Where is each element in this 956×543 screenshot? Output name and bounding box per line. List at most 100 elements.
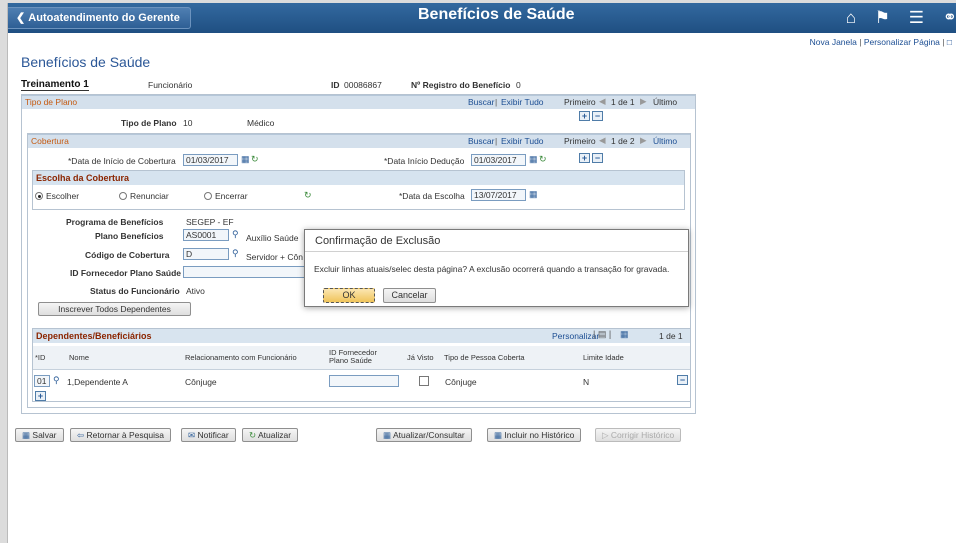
row-provider-input[interactable] (329, 375, 399, 387)
benefit-record-value: 0 (516, 80, 521, 90)
refresh-button[interactable]: ↻ Atualizar (242, 428, 299, 442)
radio-terminate[interactable]: Encerrar (204, 191, 248, 201)
personalize-page-link[interactable]: Personalizar Página (864, 37, 940, 47)
return-to-search-button[interactable]: ⇦ Retornar à Pesquisa (70, 428, 171, 442)
page-title: Benefícios de Saúde (21, 54, 151, 70)
coverage-code-input[interactable]: D (183, 248, 229, 260)
plan-delete-row-icon[interactable]: − (592, 111, 603, 121)
plan-type-desc: Médico (247, 118, 275, 128)
page-header-title: Benefícios de Saúde (418, 6, 575, 23)
save-icon: ▦ (22, 430, 33, 440)
coverage-start-input[interactable]: 01/03/2017 (183, 154, 238, 166)
grid-add-row-icon[interactable]: + (35, 391, 46, 401)
grid-count: 1 de 1 (659, 331, 683, 341)
coverage-prev-icon[interactable]: ◀ (599, 135, 606, 146)
coverage-add-row-icon[interactable]: + (579, 153, 590, 163)
row-age-limit: N (583, 377, 590, 387)
coverage-count: 1 de 2 (611, 136, 635, 146)
plan-add-row-icon[interactable]: + (579, 111, 590, 121)
radio-terminate-dot[interactable] (204, 192, 212, 200)
flag-icon[interactable]: ⚑ (875, 8, 890, 27)
radio-elect-dot[interactable] (35, 192, 43, 200)
ok-button[interactable]: OK (323, 288, 375, 303)
calendar-icon[interactable]: ▦ (241, 154, 250, 165)
col-age-limit: Limite Idade (583, 353, 624, 362)
radio-waive[interactable]: Renunciar (119, 191, 169, 201)
plan-first-label: Primeiro (564, 97, 596, 107)
program-value: SEGEP - EF (186, 217, 234, 227)
election-header: Escolha da Cobertura (33, 171, 684, 185)
include-history-button[interactable]: ▦ Incluir no Histórico (487, 428, 582, 442)
plan-next-icon[interactable]: ▶ (640, 96, 647, 107)
employee-role: Funcionário (148, 80, 193, 90)
header-bar: ❮ Autoatendimento do Gerente Benefícios … (8, 3, 956, 33)
col-provider: ID Fornecedor Plano Saúde (329, 348, 377, 365)
coverage-code-desc: Servidor + Côn (246, 252, 303, 262)
provider-input[interactable] (183, 266, 306, 278)
row-person-type: Cônjuge (445, 377, 477, 387)
history-icon: ▦ (494, 430, 505, 440)
deduction-start-input[interactable]: 01/03/2017 (471, 154, 526, 166)
search-icon[interactable]: ⚲ (232, 229, 239, 240)
plan-label: Plano Benefícios (95, 231, 164, 241)
dialog-title: Confirmação de Exclusão (305, 230, 688, 252)
status-value: Ativo (186, 286, 205, 296)
row-delete-icon[interactable]: − (677, 375, 688, 385)
plan-view-all-link[interactable]: Exibir Tudo (501, 97, 544, 107)
coverage-first-label: Primeiro (564, 136, 596, 146)
election-date-input[interactable]: 13/07/2017 (471, 189, 526, 201)
enroll-all-button[interactable]: Inscrever Todos Dependentes (38, 302, 191, 316)
back-button[interactable]: ❮ Autoatendimento do Gerente (8, 7, 191, 29)
col-id: *ID (35, 353, 46, 362)
search-icon[interactable]: ⚲ (53, 375, 60, 386)
refresh-icon[interactable]: ↻ (539, 154, 547, 165)
coverage-last-link[interactable]: Último (653, 136, 677, 146)
app-frame: ❮ Autoatendimento do Gerente Benefícios … (7, 3, 956, 543)
dialog-message: Excluir linhas atuais/selec desta página… (314, 264, 670, 274)
employee-name: Treinamento 1 (21, 79, 89, 91)
plan-prev-icon[interactable]: ◀ (599, 96, 606, 107)
refresh-icon: ↻ (249, 430, 259, 440)
menu-icon[interactable]: ☰ (909, 8, 924, 27)
coverage-start-label: *Data de Início de Cobertura (68, 156, 176, 166)
header-actions: ⌂ ⚑ ☰ ⚭ (832, 8, 956, 28)
coverage-find-link[interactable]: Buscar (468, 136, 494, 146)
radio-waive-dot[interactable] (119, 192, 127, 200)
plan-desc: Auxílio Saúde (246, 233, 299, 243)
correct-history-icon: ▷ (602, 430, 611, 440)
row-id-input[interactable]: 01 (34, 375, 50, 387)
coverage-next-icon[interactable]: ▶ (640, 135, 647, 146)
row-relationship: Cônjuge (185, 377, 217, 387)
row-seen-checkbox[interactable] (419, 376, 429, 386)
deduction-start-label: *Data Início Dedução (384, 156, 465, 166)
navbar-icon[interactable]: ⚭ (943, 8, 956, 27)
radio-elect[interactable]: Escolher (35, 191, 79, 201)
election-date-label: *Data da Escolha (399, 191, 465, 201)
new-window-link[interactable]: Nova Janela (810, 37, 857, 47)
cancel-button[interactable]: Cancelar (383, 288, 436, 303)
download-icon[interactable]: ▦ (620, 329, 629, 340)
help-icon[interactable]: □ (947, 37, 952, 47)
status-label: Status do Funcionário (90, 286, 180, 296)
calendar-icon[interactable]: ▦ (529, 154, 538, 165)
employee-id-value: 00086867 (344, 80, 382, 90)
plan-input[interactable]: AS0001 (183, 229, 229, 241)
save-button[interactable]: ▦ Salvar (15, 428, 64, 442)
coverage-view-all-link[interactable]: Exibir Tudo (501, 136, 544, 146)
chevron-left-icon: ❮ (16, 12, 29, 24)
refresh-icon[interactable]: ↻ (304, 190, 312, 201)
col-seen: Já Visto (407, 353, 434, 362)
row-name: 1,Dependente A (67, 377, 128, 387)
update-display-button[interactable]: ▦ Atualizar/Consultar (376, 428, 472, 442)
calendar-icon[interactable]: ▦ (529, 189, 538, 200)
notify-button[interactable]: ✉ Notificar (181, 428, 236, 442)
home-icon[interactable]: ⌂ (846, 8, 856, 27)
search-icon[interactable]: ⚲ (232, 248, 239, 259)
plan-last-label: Último (653, 97, 678, 107)
zoom-icon[interactable]: | ▤ | (593, 329, 611, 340)
refresh-icon[interactable]: ↻ (251, 154, 259, 165)
employee-id-label: ID (331, 80, 340, 90)
correct-history-button[interactable]: ▷ Corrigir Histórico (595, 428, 682, 442)
coverage-delete-row-icon[interactable]: − (592, 153, 603, 163)
plan-find-link[interactable]: Buscar (468, 97, 494, 107)
